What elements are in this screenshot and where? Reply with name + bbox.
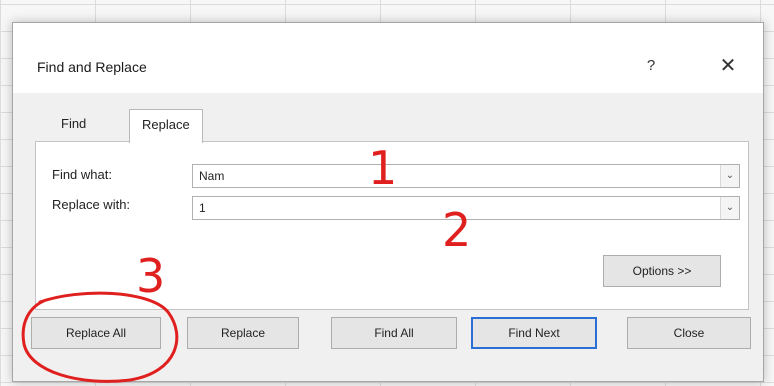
- replace-all-button[interactable]: Replace All: [31, 317, 161, 349]
- close-button[interactable]: Close: [627, 317, 751, 349]
- options-button[interactable]: Options >>: [603, 255, 721, 287]
- find-what-label: Find what:: [52, 167, 112, 182]
- replace-with-input[interactable]: 1 ⌄: [192, 196, 740, 220]
- dialog-titlebar: Find and Replace ? ✕: [13, 23, 763, 93]
- chevron-down-icon[interactable]: ⌄: [720, 197, 739, 219]
- chevron-down-icon[interactable]: ⌄: [720, 165, 739, 187]
- close-icon[interactable]: ✕: [715, 53, 741, 79]
- find-replace-dialog: Find and Replace ? ✕ Find Replace Find w…: [12, 22, 764, 382]
- dialog-title: Find and Replace: [37, 59, 147, 75]
- find-what-input[interactable]: Nam ⌄: [192, 164, 740, 188]
- tab-replace[interactable]: Replace: [129, 109, 203, 143]
- replace-with-value: 1: [199, 201, 206, 215]
- help-button[interactable]: ?: [639, 53, 663, 79]
- find-next-button[interactable]: Find Next: [471, 317, 597, 349]
- find-all-button[interactable]: Find All: [331, 317, 457, 349]
- replace-with-label: Replace with:: [52, 197, 131, 212]
- find-what-value: Nam: [199, 169, 225, 183]
- tab-find[interactable]: Find: [49, 109, 98, 141]
- replace-button[interactable]: Replace: [187, 317, 299, 349]
